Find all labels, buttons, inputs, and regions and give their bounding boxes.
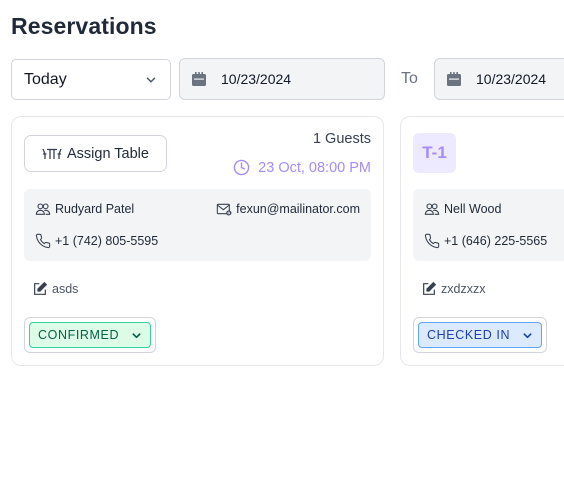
note-text: zxdzxzx — [441, 282, 486, 296]
to-label: To — [401, 70, 418, 87]
guest-email-row: @ fexun@mailinator.com — [216, 201, 360, 217]
reservation-card: Assign Table 1 Guests 23 Oct, 08:00 PM R… — [11, 116, 384, 366]
edit-note-icon — [423, 281, 437, 295]
guest-phone: +1 (646) 225-5565 — [444, 234, 548, 248]
to-date-input[interactable]: 10/23/2024 — [434, 58, 564, 100]
status-label: CONFIRMED — [38, 328, 120, 342]
users-icon — [424, 203, 440, 215]
guest-phone-row: +1 (646) 225-5565 — [424, 233, 547, 249]
guest-phone: +1 (742) 805-5595 — [55, 234, 159, 248]
svg-text:@: @ — [227, 211, 232, 216]
from-date-input[interactable]: 10/23/2024 — [179, 58, 385, 100]
guest-name: Nell Wood — [444, 202, 502, 216]
reservation-time: 23 Oct, 08:00 PM — [233, 159, 371, 176]
page-title: Reservations — [11, 13, 157, 39]
clock-icon — [233, 159, 250, 176]
assign-table-button[interactable]: Assign Table — [24, 135, 167, 172]
reservation-note: zxdzxzx — [421, 281, 485, 297]
chevron-down-icon — [132, 332, 141, 338]
guest-email: fexun@mailinator.com — [236, 202, 360, 216]
reservation-note: asds — [32, 281, 78, 297]
guest-name: Rudyard Patel — [55, 202, 135, 216]
chevron-down-icon — [523, 332, 532, 338]
calendar-icon — [192, 72, 206, 86]
guest-phone-row: +1 (742) 805-5595 — [35, 233, 158, 249]
chevron-down-icon — [146, 77, 156, 82]
note-text: asds — [52, 282, 79, 296]
status-dropdown[interactable]: CHECKED IN — [418, 322, 543, 348]
phone-icon — [35, 233, 51, 249]
reservation-card: T-1 Nell Wood +1 (646) 225-5565 zxdzxzx … — [400, 116, 564, 366]
table-badge[interactable]: T-1 — [413, 133, 456, 173]
period-select-value: Today — [24, 70, 67, 88]
calendar-icon — [447, 72, 461, 86]
edit-note-icon — [34, 281, 48, 295]
guest-name-row: Rudyard Patel — [35, 201, 134, 217]
from-date-value: 10/23/2024 — [221, 71, 292, 87]
guest-count: 1 Guests — [312, 131, 371, 147]
users-icon — [35, 203, 51, 215]
mail-icon: @ — [216, 203, 232, 216]
status-select-wrapper: CHECKED IN — [413, 317, 548, 353]
dining-table-icon — [42, 148, 62, 159]
guest-info-panel: Nell Wood +1 (646) 225-5565 — [413, 189, 564, 261]
reservation-time-text: 23 Oct, 08:00 PM — [258, 159, 371, 176]
status-select-wrapper: CONFIRMED — [24, 317, 157, 353]
assign-table-label: Assign Table — [67, 145, 149, 162]
guest-name-row: Nell Wood — [424, 201, 501, 217]
period-select[interactable]: Today — [11, 59, 171, 100]
to-date-value: 10/23/2024 — [476, 71, 547, 87]
status-dropdown[interactable]: CONFIRMED — [29, 322, 152, 348]
guest-info-panel: Rudyard Patel @ fexun@mailinator.com +1 … — [24, 189, 371, 261]
phone-icon — [424, 233, 440, 249]
status-label: CHECKED IN — [427, 328, 511, 342]
